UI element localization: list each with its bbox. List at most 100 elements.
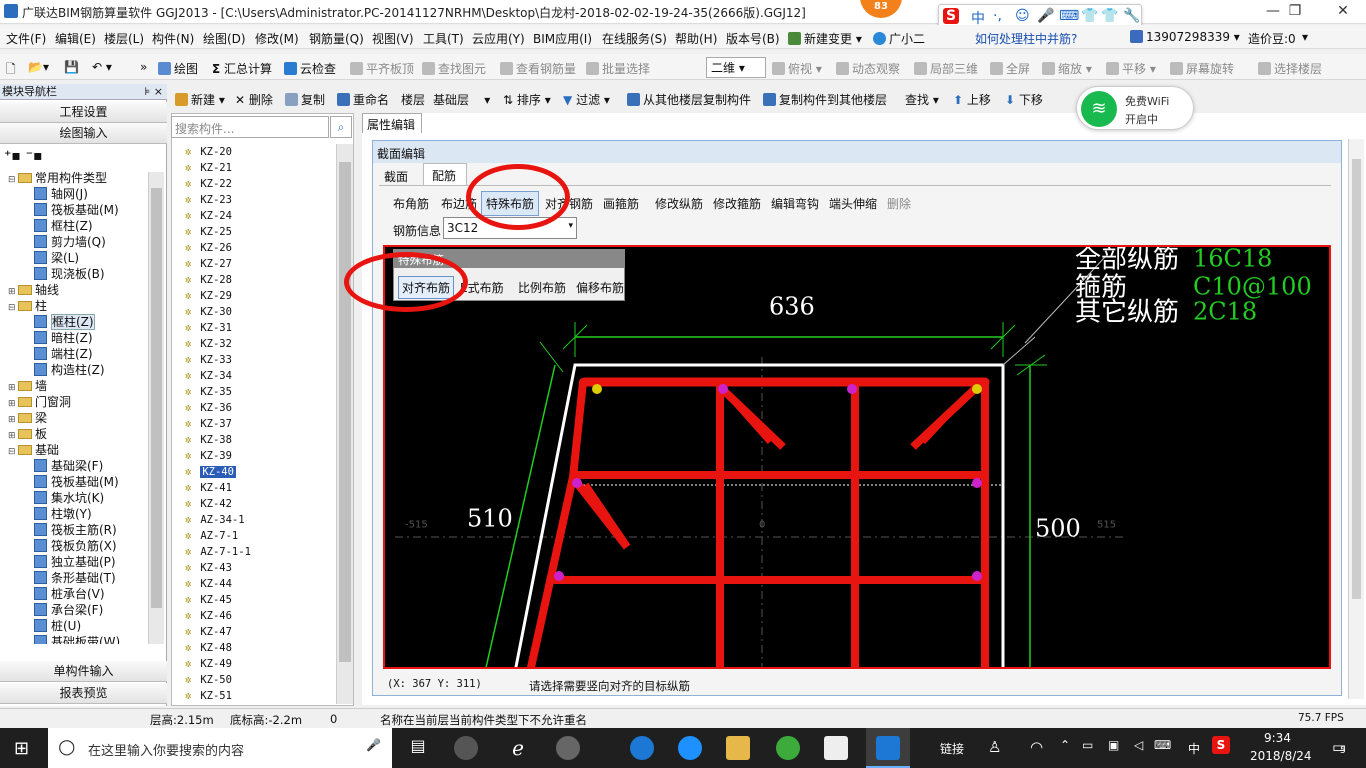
list-scrollbar[interactable] bbox=[336, 144, 353, 704]
list-item[interactable]: ✲ KZ-50 bbox=[182, 672, 232, 688]
list-item[interactable]: ✲ KZ-36 bbox=[182, 400, 232, 416]
edit-hook-button[interactable]: 编辑弯钩 bbox=[771, 195, 819, 212]
tree-folder[interactable]: ⊞ 轴线 bbox=[8, 282, 59, 298]
view-rebar-qty-button[interactable]: 查看钢筋量 bbox=[500, 60, 576, 77]
select-floor-button[interactable]: 选择楼层 bbox=[1258, 60, 1322, 77]
keyboard-tray-icon[interactable]: ⌨ bbox=[1154, 738, 1171, 752]
tree-folder[interactable]: ⊟ 常用构件类型 bbox=[8, 170, 107, 186]
tree-item[interactable]: 筏板主筋(R) bbox=[34, 522, 117, 538]
list-item[interactable]: ✲ KZ-28 bbox=[182, 272, 232, 288]
move-up-button[interactable]: ⬆ 上移 bbox=[953, 91, 991, 108]
ratio-layout-button[interactable]: 比例布筋 bbox=[518, 279, 566, 296]
list-item[interactable]: ✲ AZ-7-1 bbox=[182, 528, 239, 544]
tree-item[interactable]: 承台梁(F) bbox=[34, 602, 103, 618]
tree-item[interactable]: 框柱(Z) bbox=[34, 218, 93, 234]
panel-scrollbar[interactable] bbox=[1348, 139, 1364, 699]
dropdown-arrow-icon[interactable]: ▾ bbox=[568, 221, 573, 231]
open-file-icon[interactable]: 📂▾ bbox=[28, 60, 49, 74]
tree-item[interactable]: 现浇板(B) bbox=[34, 266, 105, 282]
menu-component[interactable]: 构件(N) bbox=[152, 30, 194, 47]
menu-tools[interactable]: 工具(T) bbox=[423, 30, 464, 47]
dynamic-view-button[interactable]: 动态观察 bbox=[836, 60, 900, 77]
tree-item[interactable]: 集水坑(K) bbox=[34, 490, 104, 506]
taskbar-mic-icon[interactable]: 🎤 bbox=[366, 738, 381, 752]
list-item[interactable]: ✲ KZ-32 bbox=[182, 336, 232, 352]
user-account[interactable]: 13907298339 ▾ bbox=[1130, 30, 1240, 44]
tree-item[interactable]: 桩承台(V) bbox=[34, 586, 105, 602]
undo-icon[interactable]: ↶ ▾ bbox=[92, 60, 112, 74]
list-item[interactable]: ✲ KZ-41 bbox=[182, 480, 232, 496]
pin-close-icon[interactable]: ⊧ × bbox=[145, 84, 163, 99]
coin-balance[interactable]: 造价豆:0 bbox=[1248, 30, 1296, 47]
tree-item[interactable]: 筏板基础(M) bbox=[34, 202, 119, 218]
tree-item[interactable]: 端柱(Z) bbox=[34, 346, 93, 362]
list-item[interactable]: ✲ KZ-40 bbox=[182, 464, 236, 480]
delete-rebar-button[interactable]: 删除 bbox=[887, 195, 911, 212]
list-item[interactable]: ✲ KZ-43 bbox=[182, 560, 232, 576]
tree-item[interactable]: 筏板基础(M) bbox=[34, 474, 119, 490]
gld-app-task[interactable] bbox=[866, 728, 910, 768]
single-component-button[interactable]: 单构件输入 bbox=[0, 661, 167, 682]
corner-rebar-button[interactable]: 布角筋 bbox=[393, 195, 429, 212]
section-drawing[interactable]: 636 510 500 -515 0 515 全部纵筋 16C18 箍筋 C10… bbox=[385, 247, 1329, 667]
collapse-icon[interactable]: ⊟ bbox=[8, 172, 18, 188]
menu-file[interactable]: 文件(F) bbox=[6, 30, 46, 47]
view-mode-select[interactable]: 二维 ▾ bbox=[706, 57, 766, 78]
tree-scrollbar[interactable] bbox=[148, 172, 164, 644]
ime-indicator[interactable]: 中 bbox=[1188, 740, 1200, 757]
browser-360-icon[interactable] bbox=[776, 736, 800, 760]
copy-button[interactable]: 复制 bbox=[285, 91, 325, 108]
help-link[interactable]: 如何处理柱中并筋? bbox=[975, 30, 1077, 47]
people-icon[interactable]: ♙ bbox=[988, 738, 1001, 756]
battery-icon[interactable]: ▭ bbox=[1082, 738, 1093, 752]
list-item[interactable]: ✲ KZ-39 bbox=[182, 448, 232, 464]
local-3d-button[interactable]: 局部三维 bbox=[914, 60, 978, 77]
align-slab-top-button[interactable]: 平齐板顶 bbox=[350, 60, 414, 77]
menu-cloud[interactable]: 云应用(Y) bbox=[472, 30, 525, 47]
volume-icon[interactable]: ◁ bbox=[1134, 738, 1143, 752]
list-item[interactable]: ✲ KZ-47 bbox=[182, 624, 232, 640]
tree-item[interactable]: 独立基础(P) bbox=[34, 554, 116, 570]
rename-button[interactable]: 重命名 bbox=[337, 91, 389, 108]
wrench-icon[interactable]: 🔧 bbox=[1123, 8, 1140, 24]
screen-rotate-button[interactable]: 屏幕旋转 bbox=[1170, 60, 1234, 77]
end-stretch-button[interactable]: 端头伸缩 bbox=[829, 195, 877, 212]
network-icon[interactable]: ▣ bbox=[1108, 738, 1119, 752]
filter-button[interactable]: ▼ 过滤 ▾ bbox=[563, 91, 610, 108]
list-item[interactable]: ✲ KZ-33 bbox=[182, 352, 232, 368]
project-settings-button[interactable]: 工程设置 bbox=[0, 102, 167, 123]
list-item[interactable]: ✲ KZ-22 bbox=[182, 176, 232, 192]
keyboard-icon[interactable]: ⌨ bbox=[1059, 8, 1079, 24]
tree-item[interactable]: 柱墩(Y) bbox=[34, 506, 92, 522]
coin-dropdown[interactable]: ▾ bbox=[1302, 30, 1308, 44]
list-item[interactable]: ✲ KZ-25 bbox=[182, 224, 232, 240]
list-item[interactable]: ✲ KZ-30 bbox=[182, 304, 232, 320]
clock-date[interactable]: 2018/8/24 bbox=[1250, 749, 1312, 763]
list-item[interactable]: ✲ KZ-29 bbox=[182, 288, 232, 304]
tree-folder[interactable]: ⊟ 基础 bbox=[8, 442, 59, 458]
offset-layout-button[interactable]: 偏移布筋 bbox=[576, 279, 624, 296]
emoji-icon[interactable]: ☺ bbox=[1015, 8, 1030, 24]
component-search-input[interactable]: 搜索构件... bbox=[171, 116, 329, 138]
menu-new-change[interactable]: 新建变更 ▾ bbox=[788, 30, 862, 47]
tray-overflow-icon[interactable]: ⌃ bbox=[1060, 738, 1070, 752]
menu-modify[interactable]: 修改(M) bbox=[255, 30, 299, 47]
list-item[interactable]: ✲ KZ-31 bbox=[182, 320, 232, 336]
tab-rebar[interactable]: 配筋 bbox=[423, 163, 467, 185]
windows-start-icon[interactable]: ⊞ bbox=[14, 738, 29, 759]
mic-icon[interactable]: 🎤 bbox=[1037, 8, 1054, 24]
ie-icon[interactable] bbox=[678, 736, 702, 760]
report-preview-button[interactable]: 报表预览 bbox=[0, 683, 167, 704]
fan-app-icon[interactable] bbox=[454, 736, 478, 760]
modify-stirrup-button[interactable]: 修改箍筋 bbox=[713, 195, 761, 212]
tree-item[interactable]: 构造柱(Z) bbox=[34, 362, 105, 378]
tree-scroll-thumb[interactable] bbox=[151, 188, 162, 608]
skin-icon[interactable]: 👕 bbox=[1081, 8, 1098, 24]
draw-button[interactable]: 绘图 bbox=[158, 60, 198, 77]
sogou-icon[interactable]: S bbox=[943, 8, 960, 24]
notification-badge[interactable]: 83 bbox=[860, 0, 902, 18]
shirt-icon[interactable]: 👕 bbox=[1101, 8, 1118, 24]
list-item[interactable]: ✲ KZ-35 bbox=[182, 384, 232, 400]
tree-folder[interactable]: ⊞ 门窗洞 bbox=[8, 394, 71, 410]
tree-item[interactable]: 轴网(J) bbox=[34, 186, 88, 202]
